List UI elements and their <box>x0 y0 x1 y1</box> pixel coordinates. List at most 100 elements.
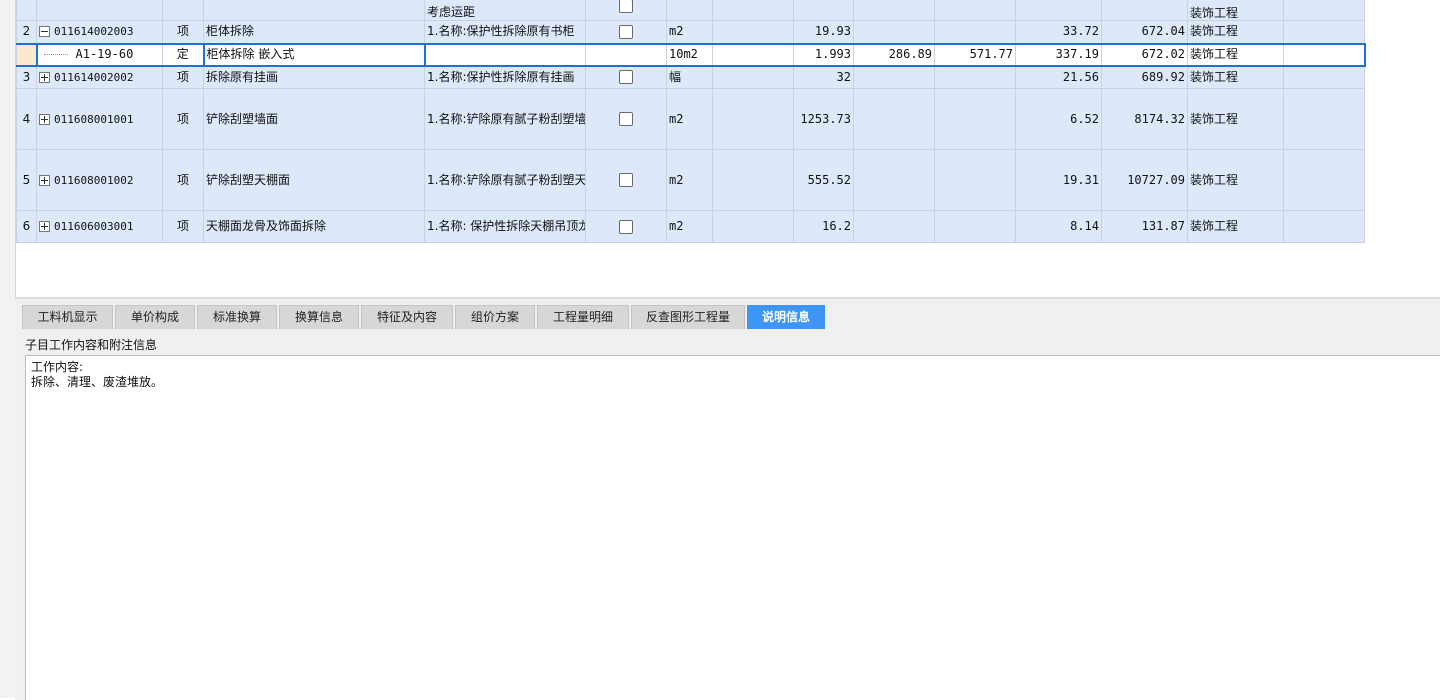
row-name[interactable]: 柜体拆除 <box>203 20 425 44</box>
row-c1 <box>853 88 935 150</box>
row-code-cell[interactable]: 011606003001 <box>36 210 163 243</box>
row-qty: 16.2 <box>793 210 854 243</box>
row-checkbox[interactable] <box>619 70 633 85</box>
expand-icon[interactable] <box>39 221 50 232</box>
bill-grid-area: 考虑运距 装饰工程 2 011614002003 项 柜体拆除 1.名称:保护性… <box>0 0 1440 298</box>
row-extra <box>712 88 794 150</box>
row-checkbox[interactable] <box>619 0 633 13</box>
row-unit: 幅 <box>666 65 713 89</box>
row-c1: 286.89 <box>853 42 935 67</box>
table-row-selected[interactable]: A1-19-60 定 柜体拆除 嵌入式 10m2 1.993 286.89 57… <box>16 42 1366 67</box>
row-price: 21.56 <box>1015 65 1102 89</box>
table-row[interactable]: 5 011608001002 项 铲除刮塑天棚面 1.名称:铲除原有腻子粉刮塑天… <box>16 149 1365 211</box>
row-c2 <box>934 20 1016 44</box>
tab-graphic-quantity[interactable]: 反查图形工程量 <box>631 305 745 329</box>
row-name[interactable]: 拆除原有挂画 <box>203 65 425 89</box>
row-qty: 19.93 <box>793 20 854 44</box>
row-feature[interactable]: 1.名称: 保护性拆除天棚吊顶龙骨 <box>424 210 586 243</box>
notes-textarea[interactable]: 工作内容: 拆除、清理、废渣堆放。 <box>25 355 1440 700</box>
tab-description[interactable]: 说明信息 <box>747 305 825 329</box>
row-seq <box>16 0 37 21</box>
tab-standard-conversion[interactable]: 标准换算 <box>197 305 277 329</box>
collapse-icon[interactable] <box>39 26 50 38</box>
row-type: 项 <box>162 210 204 243</box>
row-code: 011608001002 <box>54 173 134 187</box>
row-code: 011614002003 <box>54 25 134 39</box>
row-code-cell[interactable]: 011614002002 <box>36 65 163 89</box>
row-name[interactable]: 铲除刮塑墙面 <box>203 88 425 150</box>
row-unit: m2 <box>666 210 713 243</box>
row-checkbox-cell[interactable] <box>585 65 667 89</box>
table-row[interactable]: 4 011608001001 项 铲除刮塑墙面 1.名称:铲除原有腻子粉刮塑墙面… <box>16 88 1365 150</box>
row-feature[interactable]: 1.名称:铲除原有腻子粉刮塑天棚面 2.运距:建筑废料外运，综合考虑运距 <box>424 149 586 211</box>
row-checkbox-cell[interactable] <box>585 88 667 150</box>
row-checkbox[interactable] <box>619 112 633 126</box>
row-feature[interactable]: 1.名称:保护性拆除原有书柜 <box>424 20 586 44</box>
row-category: 装饰工程 <box>1187 210 1284 243</box>
row-unit: 10m2 <box>666 42 713 67</box>
row-c1 <box>853 0 935 21</box>
row-code-cell[interactable]: 011608001002 <box>36 149 163 211</box>
row-remark <box>1283 20 1365 44</box>
row-qty: 32 <box>793 65 854 89</box>
row-seq: 6 <box>16 210 37 243</box>
expand-icon[interactable] <box>39 71 50 83</box>
row-total: 131.87 <box>1101 210 1188 243</box>
row-checkbox-cell[interactable] <box>585 149 667 211</box>
row-qty: 555.52 <box>793 149 854 211</box>
row-total: 672.02 <box>1101 42 1188 67</box>
tab-unit-price[interactable]: 单价构成 <box>115 305 195 329</box>
tree-connector <box>43 54 68 55</box>
row-code-cell[interactable]: A1-19-60 <box>35 42 163 67</box>
tab-conversion-info[interactable]: 换算信息 <box>279 305 359 329</box>
expand-icon[interactable] <box>39 113 50 125</box>
row-code-cell[interactable]: 011614002003 <box>36 20 163 44</box>
row-checkbox[interactable] <box>619 173 633 187</box>
row-feature: 考虑运距 <box>424 0 586 21</box>
row-code-cell[interactable]: 011608001001 <box>36 88 163 150</box>
row-feature[interactable] <box>424 42 586 67</box>
row-extra <box>712 42 794 67</box>
tab-material-machine[interactable]: 工料机显示 <box>22 305 113 329</box>
detail-panel: 工料机显示 单价构成 标准换算 换算信息 特征及内容 组价方案 工程量明细 反查… <box>15 297 1440 700</box>
row-name-editor[interactable]: 柜体拆除 嵌入式 <box>202 42 426 67</box>
row-price: 337.19 <box>1015 42 1102 67</box>
row-c2 <box>934 65 1016 89</box>
row-extra <box>712 149 794 211</box>
tab-features[interactable]: 特征及内容 <box>361 305 453 329</box>
row-c1 <box>853 149 935 211</box>
expand-icon[interactable] <box>39 174 50 186</box>
row-feature[interactable]: 1.名称:保护性拆除原有挂画 <box>424 65 586 89</box>
row-code: 011606003001 <box>54 220 134 233</box>
row-type: 项 <box>162 149 204 211</box>
row-qty <box>793 0 854 21</box>
row-name[interactable]: 天棚面龙骨及饰面拆除 <box>203 210 425 243</box>
row-type: 定 <box>162 42 204 67</box>
row-remark <box>1283 210 1365 243</box>
grid-empty-space <box>16 243 1440 298</box>
table-row[interactable]: 3 011614002002 项 拆除原有挂画 1.名称:保护性拆除原有挂画 幅… <box>16 65 1365 89</box>
row-checkbox-cell[interactable] <box>585 20 667 44</box>
table-row[interactable]: 考虑运距 装饰工程 <box>16 0 1365 21</box>
row-total: 10727.09 <box>1101 149 1188 211</box>
row-c1 <box>853 65 935 89</box>
tab-quantity-detail[interactable]: 工程量明细 <box>537 305 629 329</box>
row-checkbox-cell[interactable] <box>585 210 667 243</box>
row-unit: m2 <box>666 20 713 44</box>
detail-tabs: 工料机显示 单价构成 标准换算 换算信息 特征及内容 组价方案 工程量明细 反查… <box>22 305 827 329</box>
row-checkbox[interactable] <box>619 24 633 39</box>
row-category: 装饰工程 <box>1187 149 1284 211</box>
row-checkbox[interactable] <box>619 219 633 234</box>
row-total: 672.04 <box>1101 20 1188 44</box>
table-row[interactable]: 6 011606003001 项 天棚面龙骨及饰面拆除 1.名称: 保护性拆除天… <box>16 210 1365 243</box>
row-c1 <box>853 210 935 243</box>
row-c2: 571.77 <box>934 42 1016 67</box>
row-name[interactable]: 铲除刮塑天棚面 <box>203 149 425 211</box>
row-feature[interactable]: 1.名称:铲除原有腻子粉刮塑墙面 2.运距:建筑废料外运，综合考虑运距 <box>424 88 586 150</box>
tab-pricing-scheme[interactable]: 组价方案 <box>455 305 535 329</box>
row-checkbox-cell[interactable] <box>585 0 667 21</box>
row-c2 <box>934 88 1016 150</box>
table-row[interactable]: 2 011614002003 项 柜体拆除 1.名称:保护性拆除原有书柜 m2 … <box>16 20 1365 44</box>
row-c2 <box>934 0 1016 21</box>
row-price <box>1015 0 1102 21</box>
